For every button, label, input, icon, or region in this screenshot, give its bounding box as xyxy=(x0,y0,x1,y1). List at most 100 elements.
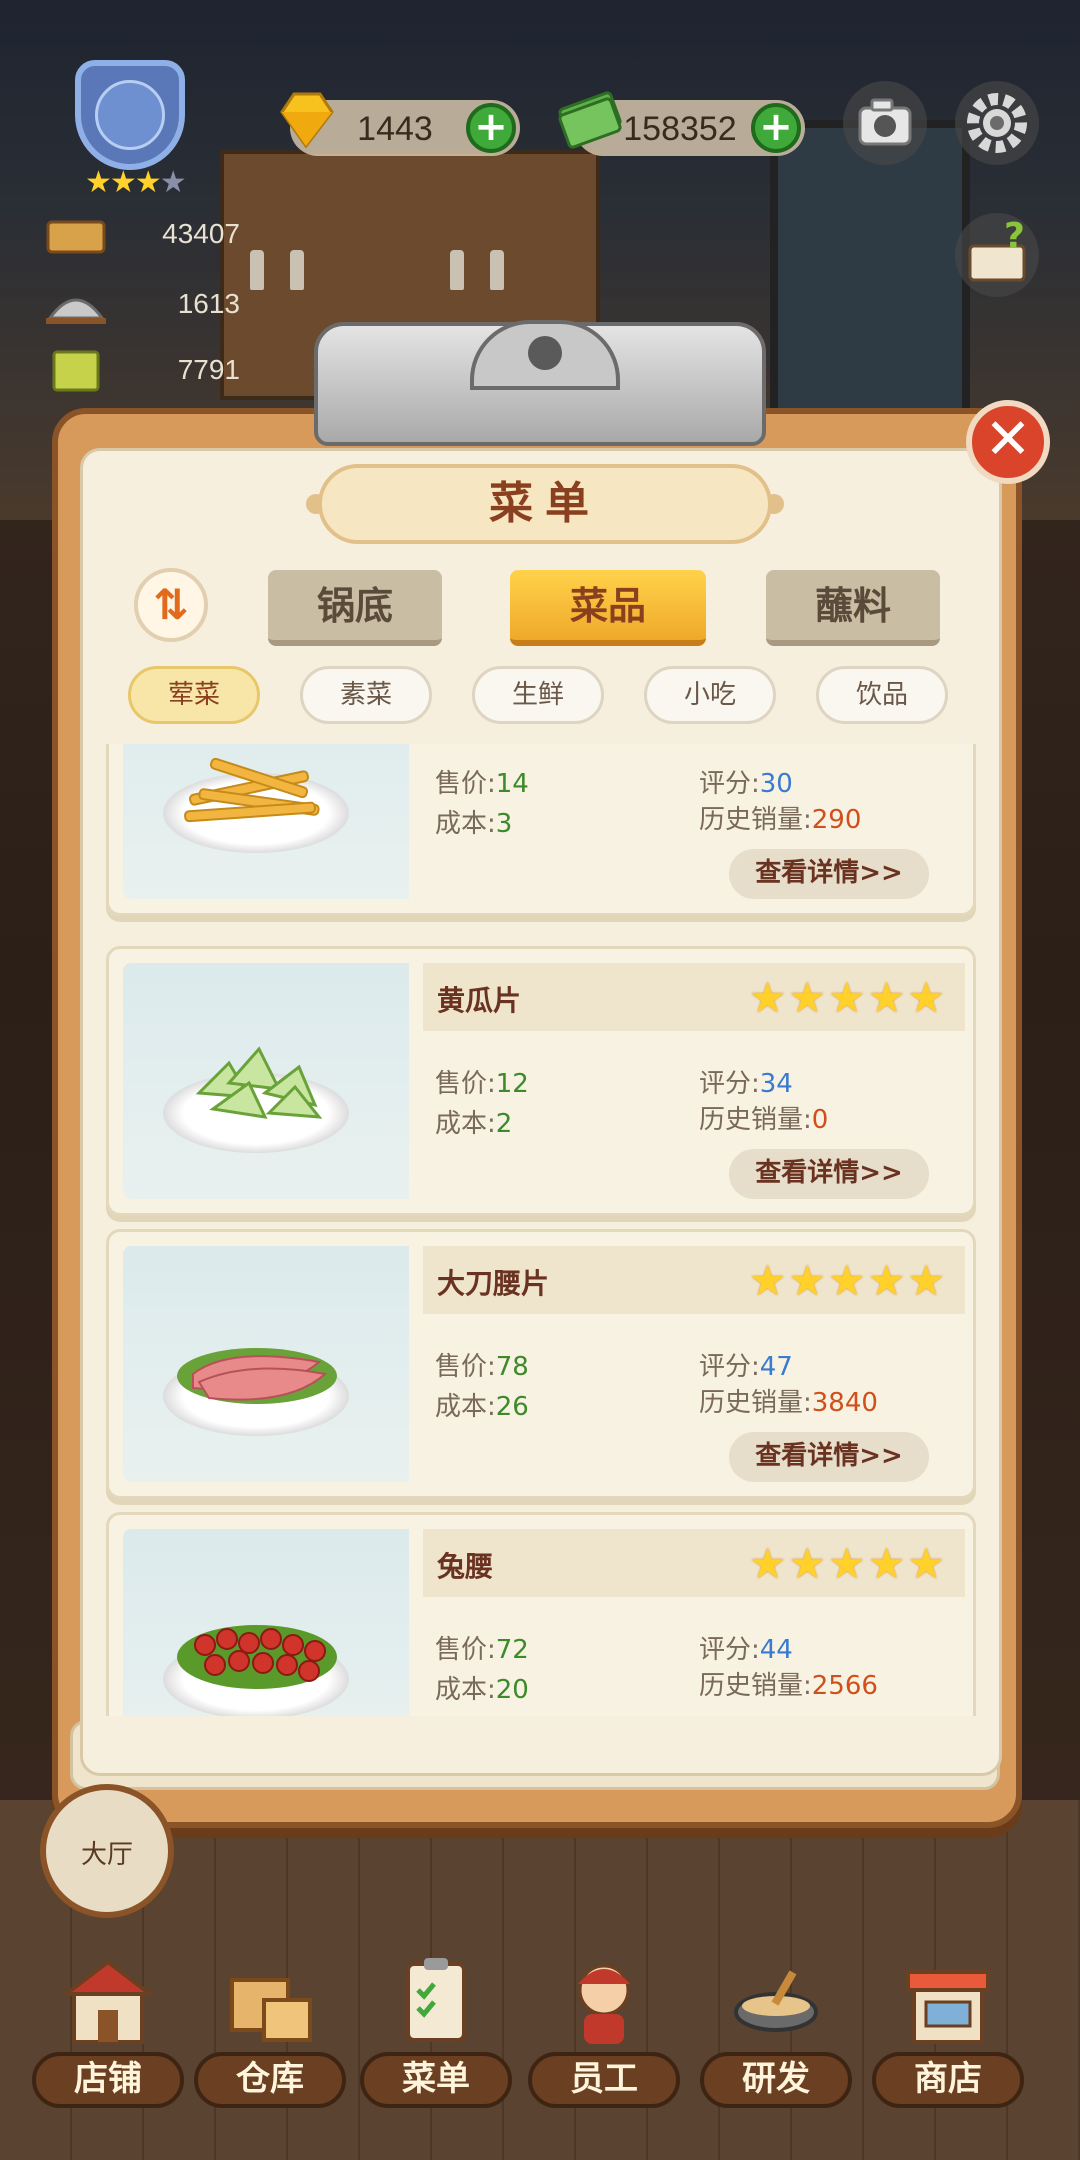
dish-list[interactable]: 售价:14 成本:3 评分:30 历史销量:290 查看详情>> 黄瓜片 ★★★… xyxy=(106,744,976,1716)
rating-stars: ★★★★★ xyxy=(748,1256,947,1305)
gem-counter: 1443 + xyxy=(280,92,520,156)
dish-header: 兔腰 ★★★★★ xyxy=(423,1529,965,1597)
rating-field: 评分:44 xyxy=(699,1635,793,1665)
cost-value: 20 xyxy=(495,1675,529,1705)
nav-staff[interactable]: 员工 xyxy=(524,1950,684,2108)
view-details-button[interactable]: 查看详情>> xyxy=(729,1432,929,1482)
dish-image xyxy=(123,744,409,899)
nav-label: 店铺 xyxy=(32,2052,184,2108)
cost-field: 成本:20 xyxy=(435,1675,529,1705)
sub-tab-meat[interactable]: 荤菜 xyxy=(128,666,260,724)
sliced-kidney-icon xyxy=(177,1348,337,1404)
nav-research[interactable]: 研发 xyxy=(696,1950,856,2108)
tab-dipping-sauce[interactable]: 蘸料 xyxy=(766,570,940,646)
stat-value: 43407 xyxy=(162,218,240,249)
rating-field: 评分:34 xyxy=(699,1069,793,1099)
dish-card: 兔腰 ★★★★★ 售价:72 成本:20 评分:44 历史销量:2566 xyxy=(106,1512,976,1716)
bottle-decoration xyxy=(250,250,264,290)
entrance-door xyxy=(770,120,970,450)
shop-icon xyxy=(60,1959,156,2044)
clip-hole xyxy=(528,336,562,370)
stat-row-recipes: 7791 xyxy=(40,344,240,398)
menu-clipboard-icon xyxy=(406,1958,466,2042)
rating-value: 30 xyxy=(759,769,793,799)
nav-warehouse[interactable]: 仓库 xyxy=(190,1950,350,2108)
sub-tab-drinks[interactable]: 饮品 xyxy=(816,666,948,724)
bottle-decoration xyxy=(490,250,504,290)
hall-button[interactable]: 大厅 xyxy=(40,1784,174,1918)
price-field: 售价:12 xyxy=(435,1069,529,1099)
cost-value: 26 xyxy=(495,1392,529,1422)
dish-image xyxy=(123,1529,409,1716)
gear-icon[interactable] xyxy=(952,78,1042,168)
cash-amount: 158352 xyxy=(623,110,737,148)
dish-card: 售价:14 成本:3 评分:30 历史销量:290 查看详情>> xyxy=(106,744,976,916)
rating-field: 评分:47 xyxy=(699,1352,793,1382)
dish-header: 黄瓜片 ★★★★★ xyxy=(423,963,965,1031)
nav-shop[interactable]: 店铺 xyxy=(28,1950,188,2108)
stat-row-dishes: 1613 xyxy=(40,278,240,332)
bottle-decoration xyxy=(290,250,304,290)
dish-card: 黄瓜片 ★★★★★ 售价:12 成本:2 评分:34 历史销量:0 查看详情>> xyxy=(106,946,976,1216)
cost-value: 3 xyxy=(495,809,513,839)
cucumber-slices-icon xyxy=(195,1046,323,1119)
nav-store[interactable]: 商店 xyxy=(868,1950,1028,2108)
fried-strips-icon xyxy=(184,757,320,823)
sub-tab-fresh[interactable]: 生鲜 xyxy=(472,666,604,724)
view-details-button[interactable]: 查看详情>> xyxy=(729,849,929,899)
rating-stars: ★★★★★ xyxy=(748,973,947,1022)
add-gems-button[interactable]: + xyxy=(466,103,516,153)
sub-tab-snack[interactable]: 小吃 xyxy=(644,666,776,724)
nav-label: 菜单 xyxy=(360,2052,512,2108)
nav-label: 仓库 xyxy=(194,2052,346,2108)
sales-field: 历史销量:290 xyxy=(699,805,862,835)
cost-field: 成本:2 xyxy=(435,1109,513,1139)
menu-title: 菜单 xyxy=(318,464,772,544)
stat-row-customers: 43407 xyxy=(40,208,240,262)
store-icon xyxy=(906,1970,990,2044)
help-book-icon[interactable]: ? xyxy=(952,210,1042,300)
view-details-button[interactable]: 查看详情>> xyxy=(729,1149,929,1199)
svg-text:?: ? xyxy=(1004,216,1025,257)
counter-icon xyxy=(46,220,106,254)
close-button[interactable]: ✕ xyxy=(966,400,1050,484)
price-value: 12 xyxy=(495,1069,529,1099)
rabbit-kidney-skewers-icon xyxy=(177,1625,337,1689)
tab-dishes[interactable]: 菜品 xyxy=(510,570,706,646)
price-value: 78 xyxy=(495,1352,529,1382)
sales-field: 历史销量:2566 xyxy=(699,1671,878,1701)
stat-value: 7791 xyxy=(177,354,240,385)
nav-label: 商店 xyxy=(872,2052,1024,2108)
gem-amount: 1443 xyxy=(357,110,433,148)
restaurant-rank-badge[interactable]: ★★★★ xyxy=(50,55,210,200)
rating-value: 47 xyxy=(759,1352,793,1382)
sales-value: 2566 xyxy=(811,1671,878,1701)
research-wok-icon xyxy=(734,1970,818,2032)
dish-header: 大刀腰片 ★★★★★ xyxy=(423,1246,965,1314)
price-field: 售价:14 xyxy=(435,769,529,799)
dish-name: 黄瓜片 xyxy=(437,984,522,1017)
rating-value: 44 xyxy=(759,1635,793,1665)
tab-soup-base[interactable]: 锅底 xyxy=(268,570,442,646)
dish-emblem-icon xyxy=(95,80,165,150)
sales-value: 3840 xyxy=(811,1388,878,1418)
dish-image xyxy=(123,1246,409,1482)
nav-label: 研发 xyxy=(700,2052,852,2108)
cash-counter: 158352 + xyxy=(558,91,805,156)
camera-icon[interactable] xyxy=(840,78,930,168)
recipe-book-icon xyxy=(52,350,100,392)
dish-name: 兔腰 xyxy=(437,1550,494,1583)
nav-menu[interactable]: 菜单 xyxy=(356,1950,516,2108)
sub-tab-vegetable[interactable]: 素菜 xyxy=(300,666,432,724)
sales-value: 290 xyxy=(811,805,862,835)
price-field: 售价:72 xyxy=(435,1635,529,1665)
warehouse-icon xyxy=(230,1978,312,2042)
sort-button[interactable]: ⇅ xyxy=(134,568,208,642)
sales-value: 0 xyxy=(811,1105,829,1135)
rank-stars: ★★★★ xyxy=(85,165,187,200)
staff-icon xyxy=(578,1964,630,2044)
add-cash-button[interactable]: + xyxy=(751,103,801,153)
sales-field: 历史销量:0 xyxy=(699,1105,829,1135)
rating-value: 34 xyxy=(759,1069,793,1099)
dish-image xyxy=(123,963,409,1199)
